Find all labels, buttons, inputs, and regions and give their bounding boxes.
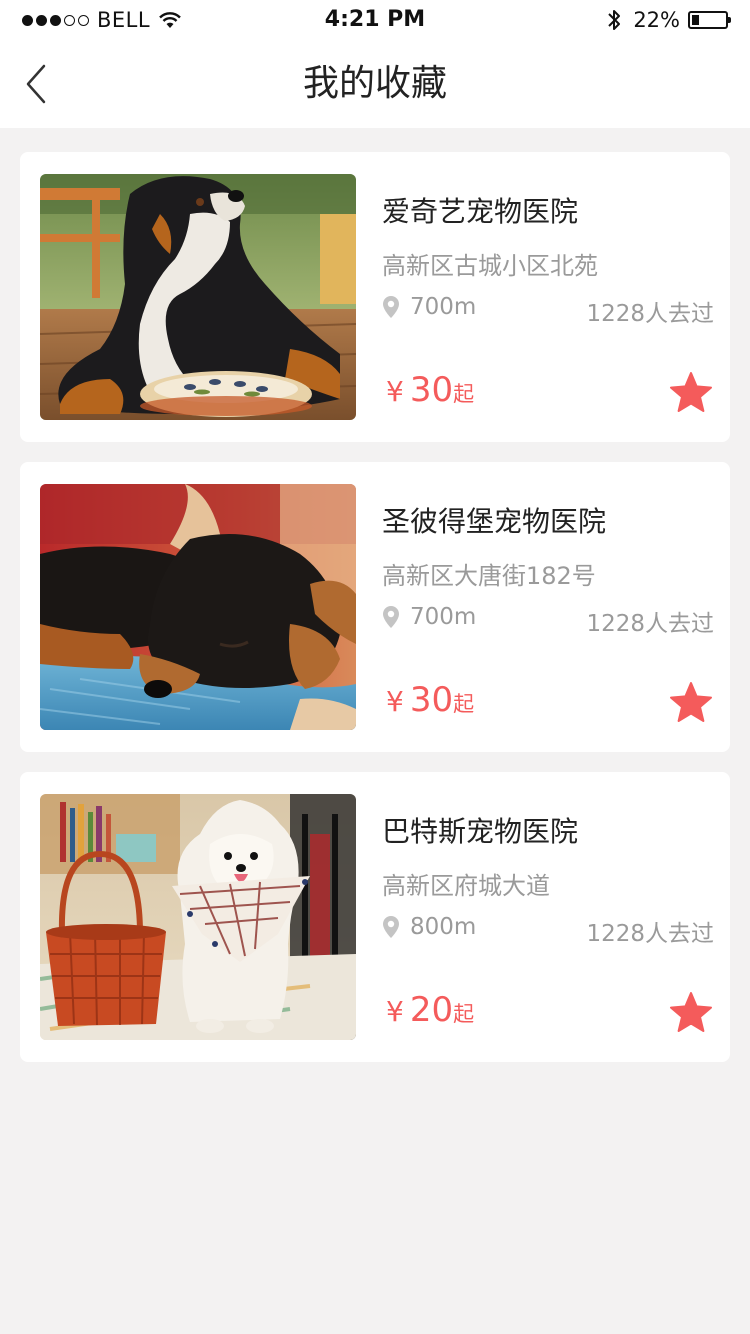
distance-value: 800m [410,914,477,940]
favorite-card[interactable]: 巴特斯宠物医院 高新区府城大道 800m 1228人去过 ¥ 20 起 [20,772,730,1062]
clinic-photo [40,484,356,730]
status-right: 22% [607,6,731,34]
navigation-bar: 我的收藏 [0,40,750,128]
clinic-name: 爱奇艺宠物医院 [382,195,579,228]
currency-symbol: ¥ [386,685,404,718]
currency-symbol: ¥ [386,995,404,1028]
location-pin-icon [383,606,399,628]
clinic-price: ¥ 30 起 [386,680,474,720]
favorites-list: 爱奇艺宠物医院 高新区古城小区北苑 700m 1228人去过 ¥ 30 起 圣彼… [20,152,730,1082]
clinic-address: 高新区大唐街182号 [382,562,596,590]
currency-symbol: ¥ [386,375,404,408]
favorite-star-icon[interactable] [668,370,714,416]
favorite-card[interactable]: 圣彼得堡宠物医院 高新区大唐街182号 700m 1228人去过 ¥ 30 起 [20,462,730,752]
favorite-card[interactable]: 爱奇艺宠物医院 高新区古城小区北苑 700m 1228人去过 ¥ 30 起 [20,152,730,442]
clinic-info: 巴特斯宠物医院 高新区府城大道 800m 1228人去过 ¥ 20 起 [382,794,714,1040]
battery-icon [688,11,731,29]
clinic-address: 高新区府城大道 [382,872,550,900]
sleeping-puppy-photo [40,484,356,730]
clinic-price: ¥ 20 起 [386,990,474,1030]
clinic-photo [40,174,356,420]
status-bar: BELL 4:21 PM 22% [0,0,750,40]
favorite-star-icon[interactable] [668,680,714,726]
clinic-address: 高新区古城小区北苑 [382,252,598,280]
price-amount: 20 [409,990,454,1030]
price-amount: 30 [409,370,454,410]
clinic-name: 圣彼得堡宠物医院 [382,505,607,538]
distance-value: 700m [410,604,477,630]
clinic-name: 巴特斯宠物医院 [382,815,579,848]
battery-percentage: 22% [633,8,680,32]
clinic-info: 爱奇艺宠物医院 高新区古城小区北苑 700m 1228人去过 ¥ 30 起 [382,174,714,420]
location-pin-icon [383,296,399,318]
distance-value: 700m [410,294,477,320]
page-title: 我的收藏 [302,63,447,104]
visit-count: 1228人去过 [586,921,714,947]
clinic-info: 圣彼得堡宠物医院 高新区大唐街182号 700m 1228人去过 ¥ 30 起 [382,484,714,730]
price-suffix: 起 [453,1002,475,1026]
bernese-dog-photo [40,174,356,420]
visit-count: 1228人去过 [586,611,714,637]
clinic-photo [40,794,356,1040]
bluetooth-icon [608,10,621,30]
clinic-price: ¥ 30 起 [386,370,474,410]
price-suffix: 起 [453,382,475,406]
location-pin-icon [383,916,399,938]
pomeranian-basket-photo [40,794,356,1040]
clinic-distance: 700m [382,604,476,630]
clinic-distance: 800m [382,914,476,940]
clinic-distance: 700m [382,294,476,320]
price-amount: 30 [409,680,454,720]
favorite-star-icon[interactable] [668,990,714,1036]
visit-count: 1228人去过 [586,301,714,327]
price-suffix: 起 [453,692,475,716]
